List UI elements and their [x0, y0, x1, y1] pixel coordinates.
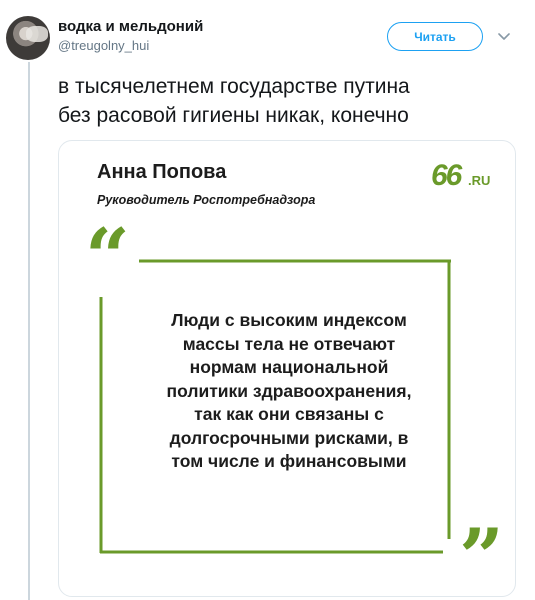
chevron-down-icon[interactable] — [496, 28, 512, 44]
tweet-header: водка и мельдоний @treugolny_hui Читать — [0, 0, 535, 62]
display-name[interactable]: водка и мельдоний — [58, 18, 203, 35]
avatar[interactable] — [6, 16, 50, 60]
close-quote-icon: ” — [459, 512, 504, 597]
quote-line: массы тела не отвечают — [182, 333, 396, 354]
tweet-text: в тысячелетнем государстве путина без ра… — [58, 72, 528, 130]
tweet-text-line: без расовой гигиены никак, конечно — [58, 104, 409, 127]
media-card[interactable]: Анна Попова Руководитель Роспотребнадзор… — [58, 140, 516, 597]
follow-button[interactable]: Читать — [387, 22, 483, 51]
tweet-text-line: в тысячелетнем государстве путина — [58, 75, 410, 98]
open-quote-icon: “ — [85, 212, 130, 303]
user-handle[interactable]: @treugolny_hui — [58, 38, 149, 53]
quote-line: политики здравоохранения, — [166, 380, 412, 401]
quote-text: Люди с высоким индексом массы тела не от… — [129, 309, 449, 474]
quote-line: так как они связаны с — [194, 404, 384, 424]
quote-line: Люди с высоким индексом — [171, 310, 407, 330]
quote-line: долгосрочными рисками, в — [169, 427, 409, 448]
thread-line — [28, 62, 30, 600]
quote-line: нормам национальной — [189, 357, 389, 377]
quote-line: том числе и финансовыми — [171, 451, 407, 471]
